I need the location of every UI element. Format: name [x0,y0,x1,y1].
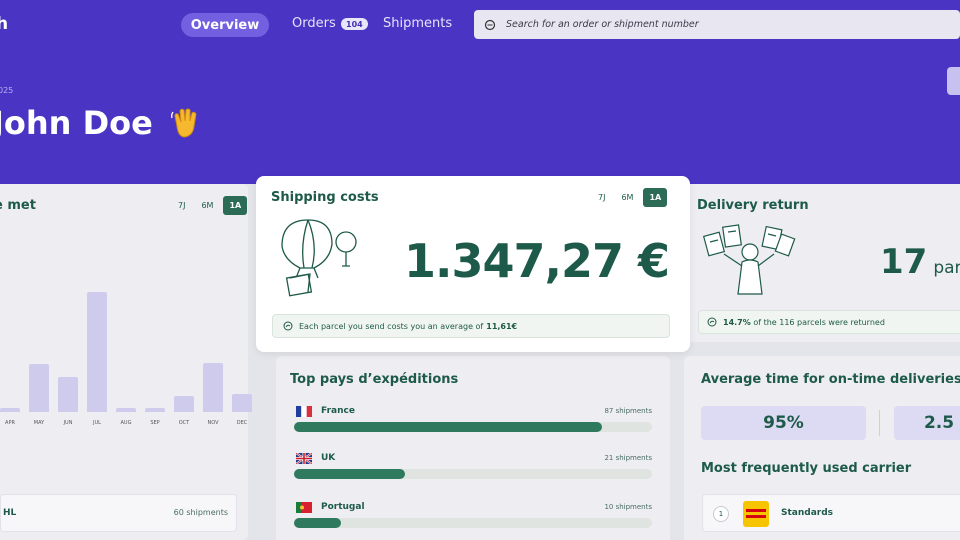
cost-average: 11,61€ [486,321,518,331]
top-countries-card: Top pays d’expéditions France 87 shipment… [276,356,670,540]
chart-bar[interactable] [174,396,194,412]
nav-orders[interactable]: Orders [292,16,336,31]
progress-fill [294,422,602,432]
date-label: 025 [0,86,14,95]
cost-info-text: Each parcel you send costs you an averag… [299,321,484,331]
returns-count: 17parc [880,242,960,282]
month-tick-label: JUL [93,420,101,426]
uk-flag-icon [296,453,312,464]
month-tick-label: APR [5,420,15,426]
on-time-rate: 95% [701,406,866,440]
progress-track [294,518,652,528]
nav-overview[interactable]: Overview [181,13,269,37]
month-tick-label: SEP [150,420,160,426]
month-tick-label: NOV [207,420,219,426]
country-name: Portugal [321,502,365,512]
info-icon [707,317,717,327]
returns-percent: 14.7% [723,317,751,327]
country-name: UK [321,453,336,463]
chart-bar[interactable] [29,364,49,412]
range-selector: 7J 6M 1A [172,196,248,215]
search-input[interactable] [506,19,936,30]
carrier-section-title: Most frequently used carrier [701,461,912,476]
orders-count-badge: 104 [341,18,368,30]
france-flag-icon [296,406,312,417]
card-title: Shipping costs [271,190,379,205]
dhl-logo-icon [743,501,769,527]
progress-fill [294,469,405,479]
range-1a[interactable]: 1A [223,196,248,215]
country-count: 87 shipments [604,407,652,415]
balloon-parcel-icon [281,219,357,297]
carrier-name: Standards [781,508,834,518]
range-1a[interactable]: 1A [643,188,668,207]
hero-header: h Overview Orders 104 Shipments 025 John… [0,0,960,184]
greeting-title: John Doe [0,104,203,142]
range-selector: 7J 6M 1A [592,188,668,207]
card-title: Average time for on-time deliveries [701,372,960,387]
country-count: 21 shipments [604,454,652,462]
country-name: France [321,406,355,416]
month-tick-label: JUN [63,420,73,426]
action-button[interactable] [947,67,960,95]
month-tick-label: DEC [236,420,248,426]
divider [879,410,880,436]
returns-unit: parc [933,258,960,278]
cost-info: Each parcel you send costs you an averag… [272,314,670,338]
chart-bar[interactable] [145,408,165,412]
card-title: Top pays d’expéditions [290,372,459,387]
progress-track [294,469,652,479]
total-shipping-cost: 1.347,27 € [404,234,670,288]
nav-shipments[interactable]: Shipments [383,16,452,31]
chart-bar[interactable] [87,292,107,412]
average-time-card: Average time for on-time deliveries 95% … [684,356,960,540]
carrier-name: HL [3,508,17,518]
progress-fill [294,518,341,528]
carrier-count: 60 shipments [173,508,228,517]
average-days: 2.5 [894,406,960,440]
card-title: Delivery return [697,198,809,213]
card-title: e met [0,198,36,213]
search-bar[interactable] [474,10,960,39]
logo[interactable]: h [0,14,8,34]
chart-bar[interactable] [203,363,223,412]
carrier-rank: 1 [713,506,729,522]
month-tick-label: MAY [33,420,45,426]
returns-info-text: of the 116 parcels were returned [753,317,885,327]
returns-value: 17 [880,242,928,282]
carrier-row[interactable]: HL 60 shipments [0,494,237,532]
month-tick-label: OCT [178,420,190,426]
range-6m[interactable]: 6M [195,196,219,215]
shipping-costs-card: Shipping costs 7J 6M 1A 1.347,27 € Each … [256,176,690,352]
user-name: John Doe [0,104,153,142]
country-count: 10 shipments [604,503,652,511]
search-icon [484,19,496,30]
top-carrier-row[interactable]: 1 Standards [702,494,960,532]
chart-bar[interactable] [0,408,20,412]
progress-track [294,422,652,432]
returns-illustration-icon [702,224,796,295]
chart-bar[interactable] [116,408,136,412]
chart-bar[interactable] [58,377,78,412]
portugal-flag-icon [296,502,312,513]
range-6m[interactable]: 6M [615,188,639,207]
info-icon [283,321,293,331]
waving-hand-icon [170,108,197,138]
range-7j[interactable]: 7J [172,196,191,215]
range-7j[interactable]: 7J [592,188,611,207]
delivery-return-card: Delivery return 17parc 14.7% of the 116 … [684,184,960,342]
shipments-chart-card: e met 7J 6M 1A APR MAY JUN JUL AUG SEP OCT NOV D… [0,184,252,540]
returns-info: 14.7% of the 116 parcels were returned [698,310,960,334]
month-tick-label: AUG [120,420,132,426]
chart-bar[interactable] [232,394,252,412]
